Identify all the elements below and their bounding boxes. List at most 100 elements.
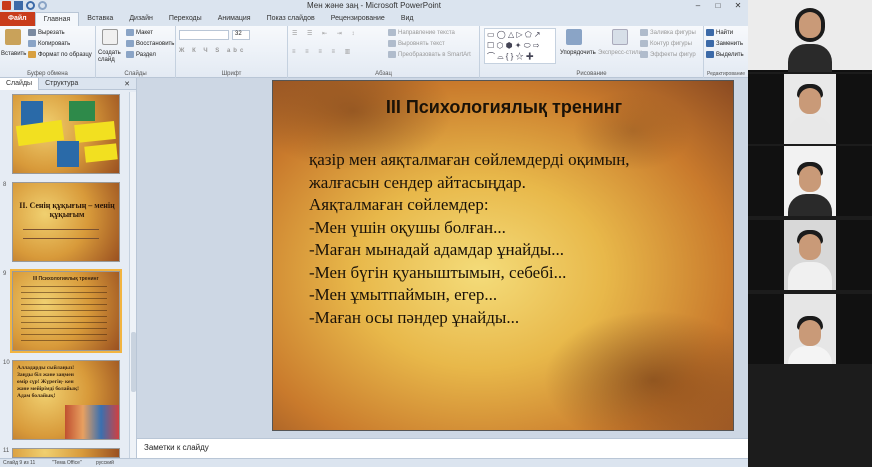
tab-animations[interactable]: Анимация [210,12,259,26]
participant-video[interactable] [748,220,872,290]
window-controls: – □ ✕ [688,0,748,12]
shape-fill-button[interactable]: Заливка фигуры [640,29,696,36]
video-call-panel [748,0,872,467]
powerpoint-window: Мен және заң - Microsoft PowerPoint – □ … [0,0,748,467]
tab-slides[interactable]: Слайды [0,78,40,90]
slides-group-name: Слайды [124,71,147,77]
binoculars-icon [706,29,714,36]
participant-video[interactable] [748,74,872,144]
align-buttons[interactable]: ≡ ≡ ≡ ≡ ▥ [292,48,354,55]
picture-decor [57,141,79,167]
picture-decor [69,101,95,121]
clipboard-group: Вставить Вырезать Копировать Формат по о… [0,26,96,78]
cut-button[interactable]: Вырезать [28,29,65,36]
quick-styles-button[interactable]: Экспресс-стили [598,50,642,56]
slide-thumbnail[interactable] [12,448,120,458]
slides-pane-scrollbar[interactable] [129,92,136,458]
tab-transitions[interactable]: Переходы [161,12,210,26]
participant-face [799,166,821,192]
tab-review[interactable]: Рецензирование [323,12,393,26]
scrollbar-thumb[interactable] [131,332,136,392]
close-pane-button[interactable]: ✕ [118,78,136,90]
slide-thumbnail-selected[interactable]: III Психологиялық тренинг [10,269,122,353]
effects-icon [640,51,648,58]
participant-face [799,234,821,260]
tab-outline[interactable]: Структура [39,78,84,90]
slide-thumbnail[interactable]: Алладарды сыйлаңыз! Заңды біл және заңме… [12,360,120,440]
text-direction-button[interactable]: Направление текста [388,29,455,36]
reset-button[interactable]: Восстановить [126,40,174,47]
replace-button[interactable]: Заменить [706,40,743,47]
notes-field[interactable]: Заметки к слайду [137,438,748,458]
slide-counter: Слайд 9 из 11 [3,460,36,466]
reset-icon [126,40,134,47]
minimize-button[interactable]: – [688,0,708,12]
editing-group: Найти Заменить Выделить Редактирование [704,26,748,78]
format-painter-label: Формат по образцу [38,52,92,59]
maximize-button[interactable]: □ [708,0,728,12]
cut-label: Вырезать [38,30,65,37]
slide-canvas: III Психологиялық тренинг қазір мен аяқт… [137,78,748,438]
text-direction-icon [388,29,396,36]
font-name-box[interactable] [179,30,229,40]
slide-number: 11 [3,448,10,454]
tab-slideshow[interactable]: Показ слайдов [259,12,323,26]
replace-icon [706,40,714,47]
text-direction-label: Направление текста [398,30,455,37]
layout-button[interactable]: Макет [126,29,153,36]
find-button[interactable]: Найти [706,29,733,36]
new-slide-button[interactable]: Создать слайд [98,50,126,64]
tab-file[interactable]: Файл [0,12,35,26]
slide-thumbnail[interactable] [12,94,120,174]
font-size-box[interactable]: 32 [232,30,250,40]
smartart-icon [388,51,396,58]
participant-video[interactable] [748,146,872,216]
slide-body[interactable]: қазір мен аяқталмаған сөйлемдерді оқимын… [309,149,729,329]
slide-title[interactable]: III Психологиялық тренинг [273,97,733,118]
copy-button[interactable]: Копировать [28,40,70,47]
text-decor [23,229,99,239]
new-slide-icon[interactable] [102,29,118,45]
slide-body-line: Аяқталмаған сөйлемдер: [309,195,489,214]
arrange-button[interactable]: Упорядочить [560,50,596,56]
paste-icon[interactable] [5,29,21,45]
language-indicator[interactable]: русский [96,460,114,466]
quick-styles-icon[interactable] [612,29,628,45]
slide-thumbnail[interactable]: II. Сенің құқығың – менің құқығым [12,182,120,262]
section-button[interactable]: Раздел [126,51,156,58]
slide-body-line: -Мен ұмытпаймын, егер... [309,285,498,304]
select-button[interactable]: Выделить [706,51,744,58]
slide-body-line: жалғасын сендер айтасыңдар. [309,172,526,192]
slide-thumbnail-title: III Психологиялық тренинг [33,276,99,282]
copy-icon [28,40,36,47]
tab-design[interactable]: Дизайн [121,12,161,26]
participant-face [799,12,821,38]
format-painter-button[interactable]: Формат по образцу [28,51,92,58]
smartart-button[interactable]: Преобразовать в SmartArt [388,51,471,58]
shape-effects-button[interactable]: Эффекты фигур [640,51,696,58]
brush-icon [28,51,36,58]
align-text-button[interactable]: Выровнять текст [388,40,445,47]
font-group: 32 Ж К Ч S abc Шрифт [176,26,288,78]
participant-video[interactable] [748,0,872,72]
font-format-row[interactable]: Ж К Ч S abc [179,48,246,54]
tab-home[interactable]: Главная [34,12,80,26]
paste-button[interactable]: Вставить [1,51,26,57]
ribbon: Вставить Вырезать Копировать Формат по о… [0,26,748,78]
list-buttons[interactable]: ☰ ☰ ⇤ ⇥ ↕ [292,30,358,37]
arrange-icon[interactable] [566,29,582,45]
tab-insert[interactable]: Вставка [79,12,121,26]
clipboard-group-name: Буфер обмена [27,71,68,77]
close-button[interactable]: ✕ [728,0,748,12]
tab-view[interactable]: Вид [393,12,422,26]
outline-icon [640,40,648,47]
participant-video[interactable] [748,294,872,364]
select-label: Выделить [716,52,744,59]
slide[interactable]: III Психологиялық тренинг қазір мен аяқт… [272,80,734,431]
participant-face [799,320,821,346]
align-text-label: Выровнять текст [398,41,445,48]
drawing-group: ▭ ◯ △ ▷ ⬠ ↗ ☐ ⬡ ⬢ ✦ ⬭ ⇨ ⌒ ⌓ { } ☆ ✚ Упоряд… [480,26,704,78]
shapes-gallery[interactable]: ▭ ◯ △ ▷ ⬠ ↗ ☐ ⬡ ⬢ ✦ ⬭ ⇨ ⌒ ⌓ { } ☆ ✚ [484,28,556,64]
shape-outline-button[interactable]: Контур фигуры [640,40,692,47]
slide-body-line: -Маған осы пәндер ұнайды... [309,307,520,327]
